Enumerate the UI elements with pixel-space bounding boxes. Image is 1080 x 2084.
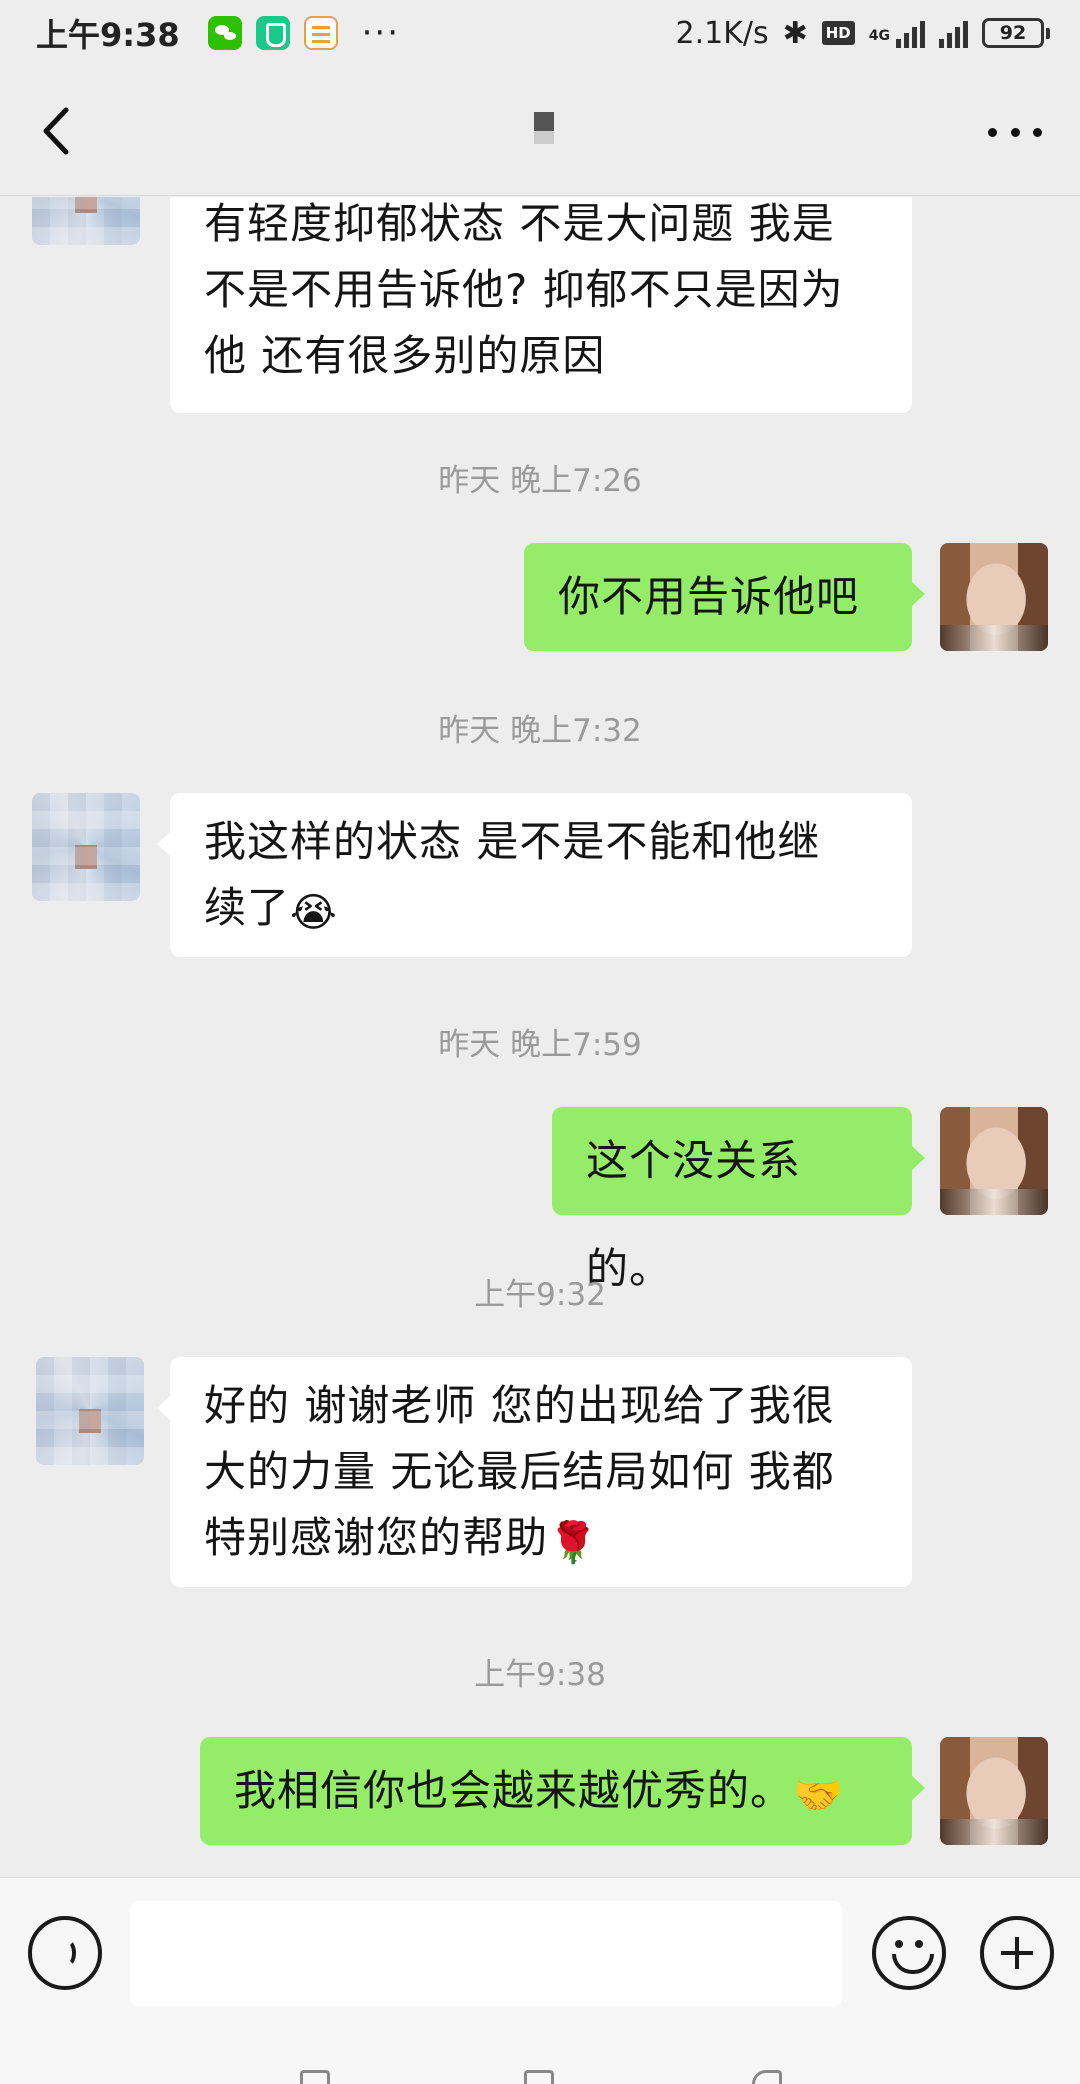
message-bubble-outgoing[interactable]: 你不用告诉他吧: [524, 543, 925, 651]
voice-icon[interactable]: [28, 1916, 102, 1990]
message-text: 有轻度抑郁状态 不是大问题 我是 不是不用告诉他? 抑郁不只是因为 他 还有很多…: [204, 199, 844, 380]
rose-emoji: 🌹: [548, 1520, 599, 1566]
plus-icon[interactable]: [980, 1916, 1054, 1990]
message-text: 你不用告诉他吧: [558, 572, 860, 621]
status-left: 上午9:38 ···: [36, 10, 400, 56]
battery-level: 92: [982, 18, 1044, 48]
message-list[interactable]: 有轻度抑郁状态 不是大问题 我是 不是不用告诉他? 抑郁不只是因为 他 还有很多…: [0, 197, 1080, 1877]
more-notifications-icon: ···: [361, 13, 401, 53]
my-avatar[interactable]: [940, 1737, 1048, 1845]
network-type: 4G: [868, 27, 890, 44]
message-bubble-outgoing[interactable]: 这个没关系的。: [552, 1107, 925, 1293]
battery-icon: 92: [982, 18, 1050, 48]
bubble-tail: [911, 1775, 925, 1801]
input-bar: [0, 1877, 1080, 2030]
status-right: 2.1K/s ✱ HD 4G 92: [675, 16, 1050, 51]
message-bubble-incoming[interactable]: 有轻度抑郁状态 不是大问题 我是 不是不用告诉他? 抑郁不只是因为 他 还有很多…: [170, 197, 912, 413]
battery-tip: [1046, 27, 1050, 39]
back-nav-icon[interactable]: [752, 2070, 782, 2084]
status-time: 上午9:38: [36, 16, 180, 54]
shield-icon: [255, 16, 290, 50]
status-bar: 上午9:38 ··· 2.1K/s ✱ HD 4G 92: [0, 0, 1080, 66]
chevron-left-icon[interactable]: [30, 106, 80, 156]
my-avatar[interactable]: [940, 543, 1048, 651]
contact-avatar[interactable]: [32, 793, 140, 901]
bubble-tail: [911, 1145, 925, 1171]
bubble-tail: [911, 581, 925, 607]
message-text: 好的 谢谢老师 您的出现给了我很 大的力量 无论最后结局如何 我都 特别感谢您的…: [204, 1381, 835, 1562]
timestamp: 上午9:38: [474, 1657, 606, 1693]
message-bubble-incoming[interactable]: 好的 谢谢老师 您的出现给了我很 大的力量 无论最后结局如何 我都 特别感谢您的…: [157, 1357, 912, 1587]
menu-icon[interactable]: [300, 2070, 330, 2084]
bluetooth-icon: ✱: [782, 15, 808, 51]
message-bubble-incoming[interactable]: 我这样的状态 是不是不能和他继 续了😭: [157, 793, 912, 957]
signal-icon: [939, 18, 968, 48]
my-avatar[interactable]: [940, 1107, 1048, 1215]
contact-avatar[interactable]: [36, 1357, 144, 1465]
timestamp: 昨天 晚上7:26: [438, 463, 642, 499]
contact-avatar[interactable]: [32, 197, 140, 245]
message-text: 我相信你也会越来越优秀的。: [234, 1766, 794, 1815]
timestamp: 昨天 晚上7:32: [438, 713, 642, 749]
ellipsis-icon[interactable]: [980, 110, 1050, 154]
timestamp: 上午9:32: [474, 1277, 606, 1313]
chat-title-redacted: [534, 112, 554, 144]
chat-header: [0, 66, 1080, 196]
system-nav-bar: [0, 2030, 1080, 2084]
handshake-emoji: 🤝: [793, 1773, 844, 1819]
home-icon[interactable]: [524, 2070, 554, 2084]
timestamp: 昨天 晚上7:59: [438, 1027, 642, 1063]
message-input[interactable]: [130, 1901, 842, 2006]
note-icon: [303, 16, 338, 50]
network-speed: 2.1K/s: [675, 15, 769, 51]
bubble-tail: [157, 1395, 171, 1421]
bubble-tail: [157, 831, 171, 857]
hd-badge: HD: [821, 21, 855, 45]
signal-icon: [896, 18, 925, 48]
message-bubble-outgoing[interactable]: 我相信你也会越来越优秀的。🤝: [200, 1737, 925, 1845]
emoji-icon[interactable]: [872, 1916, 946, 1990]
crying-emoji: 😭: [290, 890, 338, 936]
wechat-icon: [207, 16, 242, 50]
